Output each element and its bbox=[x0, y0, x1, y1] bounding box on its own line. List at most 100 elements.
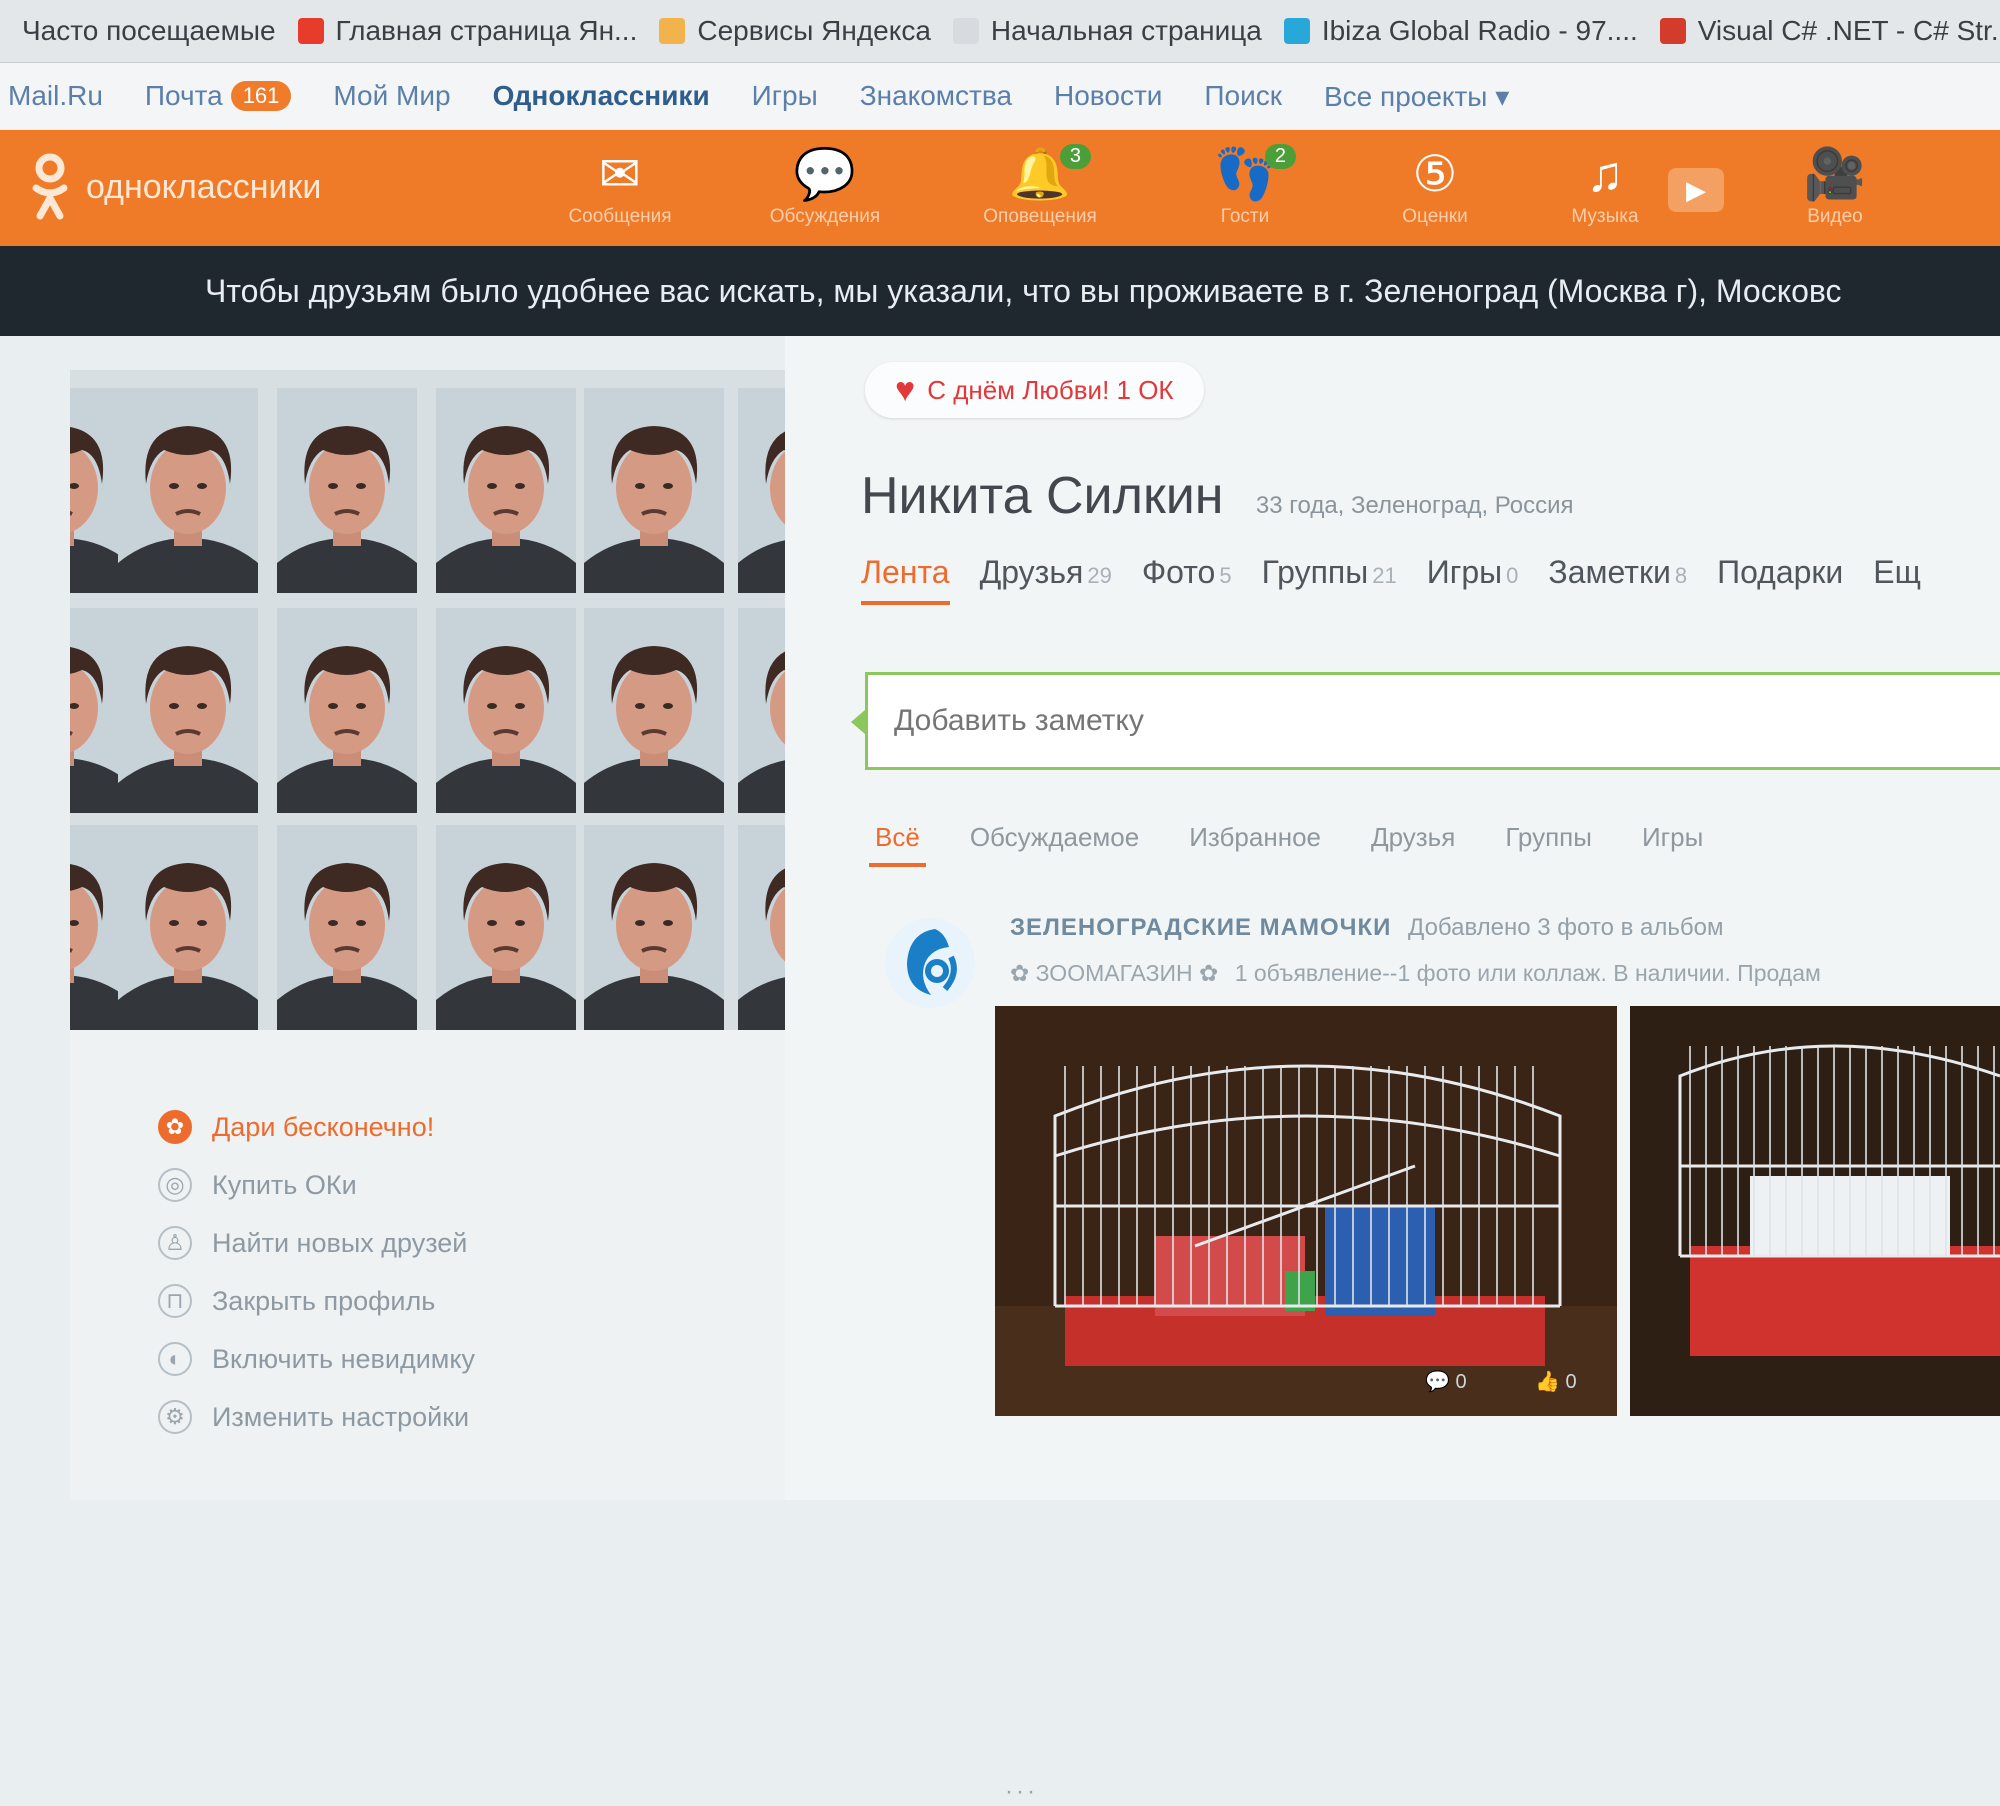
gift-icon: ✿ bbox=[158, 1110, 192, 1144]
toolbar-discussion[interactable]: 💬 Обсуждения bbox=[750, 144, 900, 228]
bookmark-label: Ibiza Global Radio - 97.... bbox=[1321, 15, 1638, 46]
profile-tab-label: Друзья bbox=[979, 554, 1084, 590]
profile-tab[interactable]: Заметки 8 bbox=[1548, 554, 1687, 591]
profile-tab[interactable]: Подарки bbox=[1717, 554, 1843, 591]
profile-tab-count: 29 bbox=[1087, 563, 1112, 588]
portrait-illustration bbox=[584, 825, 724, 1030]
add-note-input[interactable] bbox=[865, 672, 2000, 770]
bookmark-label: Сервисы Яндекса bbox=[697, 15, 931, 46]
hamster-cage-illustration bbox=[995, 1006, 1617, 1416]
like-count[interactable]: 👍 0 bbox=[1535, 1369, 1577, 1394]
album-name[interactable]: ЗООМАГАЗИН bbox=[1036, 960, 1193, 986]
profile-tab[interactable]: Фото 5 bbox=[1142, 554, 1232, 591]
menu-lock[interactable]: ⊓ Закрыть профиль bbox=[158, 1284, 475, 1318]
menu-label: Изменить настройки bbox=[212, 1401, 470, 1432]
toolbar-label: Видео bbox=[1807, 206, 1863, 227]
post-header: ЗЕЛЕНОГРАДСКИЕ МАМОЧКИ Добавлено 3 фото … bbox=[1010, 914, 1723, 942]
portal-link[interactable]: Все проекты ▾ bbox=[1324, 80, 1509, 113]
love-day-banner[interactable]: ♥ С днём Любви! 1 ОК bbox=[865, 362, 1204, 418]
portal-link[interactable]: Знакомства bbox=[860, 80, 1012, 112]
feed-tab[interactable]: Избранное bbox=[1189, 822, 1321, 853]
portal-link[interactable]: Одноклассники bbox=[493, 80, 710, 112]
profile-tab[interactable]: Лента bbox=[861, 554, 950, 605]
group-name[interactable]: ЗЕЛЕНОГРАДСКИЕ МАМОЧКИ bbox=[1010, 914, 1391, 941]
post-text: 1 объявление--1 фото или коллаж. В налич… bbox=[1234, 960, 1821, 986]
bookmark-item[interactable]: Начальная страница bbox=[952, 15, 1262, 47]
more-dots[interactable]: ··· bbox=[1005, 1778, 1038, 1806]
post-subtitle: ✿ ЗООМАГАЗИН ✿ 1 объявление--1 фото или … bbox=[1010, 960, 1821, 987]
profile-tab[interactable]: Ещ bbox=[1873, 554, 1921, 591]
bookmark-item[interactable]: Сервисы Яндекса bbox=[659, 15, 931, 47]
menu-settings[interactable]: ⚙ Изменить настройки bbox=[158, 1400, 475, 1434]
profile-tab-count: 5 bbox=[1219, 563, 1232, 588]
toolbar-bell[interactable]: 🔔 Оповещения 3 bbox=[965, 144, 1115, 228]
toolbar-rating[interactable]: ⑤ Оценки bbox=[1360, 144, 1510, 228]
group-avatar[interactable] bbox=[885, 918, 975, 1008]
portrait-illustration bbox=[738, 388, 785, 593]
portal-link[interactable]: Почта 161 bbox=[145, 80, 292, 112]
profile-tab[interactable]: Группы 21 bbox=[1262, 554, 1397, 591]
ok-logo-text: одноклассники bbox=[86, 167, 322, 206]
profile-tab[interactable]: Игры 0 bbox=[1427, 554, 1519, 591]
coin-icon: ◎ bbox=[158, 1168, 192, 1202]
feed-tab[interactable]: Группы bbox=[1505, 822, 1592, 853]
radio-icon bbox=[1283, 18, 1310, 44]
profile-tab-label: Игры bbox=[1426, 554, 1503, 590]
video-play-icon[interactable]: ▶ bbox=[1668, 168, 1724, 212]
bookmark-item[interactable]: Часто посещаемые bbox=[22, 15, 276, 47]
bookmarks-bar: Часто посещаемые Главная страница Ян... Се… bbox=[0, 0, 2000, 63]
menu-label: Найти новых друзей bbox=[212, 1227, 468, 1258]
comment-count[interactable]: 💬 0 bbox=[1425, 1369, 1467, 1394]
profile-photo[interactable] bbox=[70, 370, 785, 1030]
portrait-thumbnail bbox=[277, 608, 417, 813]
ok-toolbar: одноклассники ✉ Сообщения 💬 Обсуждения 🔔 Опов… bbox=[0, 130, 2000, 246]
left-column: ✿ Дари бесконечно! ◎ Купить ОКи ♙ Найти новых… bbox=[70, 370, 785, 1500]
profile-header: Никита Силкин 33 года, Зеленоград, Росси… bbox=[861, 466, 1574, 526]
toolbar-music[interactable]: ♫ Музыка bbox=[1530, 144, 1680, 228]
invisible-icon: ◐ bbox=[158, 1342, 192, 1376]
portrait-illustration bbox=[584, 608, 724, 813]
portal-link-label: Мой Мир bbox=[333, 80, 451, 111]
portrait-illustration bbox=[118, 608, 258, 813]
feed-tab[interactable]: Друзья bbox=[1371, 822, 1455, 853]
profile-tab-count: 21 bbox=[1372, 563, 1397, 588]
portal-link[interactable]: Мой Мир bbox=[333, 80, 450, 112]
portrait-thumbnail bbox=[118, 388, 258, 593]
menu-invisible[interactable]: ◐ Включить невидимку bbox=[158, 1342, 475, 1376]
profile-tabs: Лента Друзья 29 Фото 5 Группы 21 Игры 0 Заметки 8 П… bbox=[861, 554, 1951, 605]
toolbar-footprints[interactable]: 👣 Гости 2 bbox=[1170, 144, 1320, 228]
feed-tab[interactable]: Всё bbox=[869, 822, 926, 867]
toolbar-label: Обсуждения bbox=[769, 206, 881, 227]
toolbar-label: Сообщения bbox=[568, 206, 672, 227]
profile-tab[interactable]: Друзья 29 bbox=[980, 554, 1112, 591]
portrait-thumbnail bbox=[436, 608, 576, 813]
toolbar-video-camera[interactable]: 🎥 Видео bbox=[1760, 144, 1910, 228]
post-photo-cage-2[interactable] bbox=[1630, 1006, 2000, 1416]
menu-gift[interactable]: ✿ Дари бесконечно! bbox=[158, 1110, 475, 1144]
bookmark-item[interactable]: Visual C# .NET - C# Str... bbox=[1659, 15, 2000, 47]
profile-tab-label: Фото bbox=[1141, 554, 1216, 590]
bookmark-item[interactable]: Главная страница Ян... bbox=[297, 15, 637, 47]
bookmark-label: Visual C# .NET - C# Str... bbox=[1697, 15, 2000, 46]
portal-link[interactable]: Игры bbox=[752, 80, 818, 112]
toolbar-envelope[interactable]: ✉ Сообщения bbox=[545, 144, 695, 228]
feed-tab[interactable]: Игры bbox=[1642, 822, 1703, 853]
portal-link[interactable]: Новости bbox=[1054, 80, 1162, 112]
note-pointer bbox=[851, 710, 865, 734]
feed-tab[interactable]: Обсуждаемое bbox=[970, 822, 1139, 853]
menu-person[interactable]: ♙ Найти новых друзей bbox=[158, 1226, 475, 1260]
portal-link-label: Все проекты ▾ bbox=[1324, 80, 1510, 112]
menu-coin[interactable]: ◎ Купить ОКи bbox=[158, 1168, 475, 1202]
portrait-thumbnail bbox=[277, 825, 417, 1030]
portal-link[interactable]: Mail.Ru bbox=[8, 80, 103, 112]
ok-logo[interactable]: одноклассники bbox=[28, 152, 321, 222]
portal-link-label: Новости bbox=[1054, 80, 1163, 111]
profile-actions-menu: ✿ Дари бесконечно! ◎ Купить ОКи ♙ Найти новых… bbox=[158, 1110, 475, 1458]
discussion-icon: 💬 bbox=[793, 146, 857, 202]
post-photo-cage-1[interactable]: 💬 0 👍 0 bbox=[995, 1006, 1617, 1416]
toolbar-label: Оценки bbox=[1402, 206, 1468, 227]
bookmark-item[interactable]: Ibiza Global Radio - 97.... bbox=[1283, 15, 1638, 47]
profile-tab-count: 8 bbox=[1674, 563, 1688, 588]
bookmark-label: Начальная страница bbox=[990, 15, 1262, 46]
portal-link[interactable]: Поиск bbox=[1204, 80, 1282, 112]
